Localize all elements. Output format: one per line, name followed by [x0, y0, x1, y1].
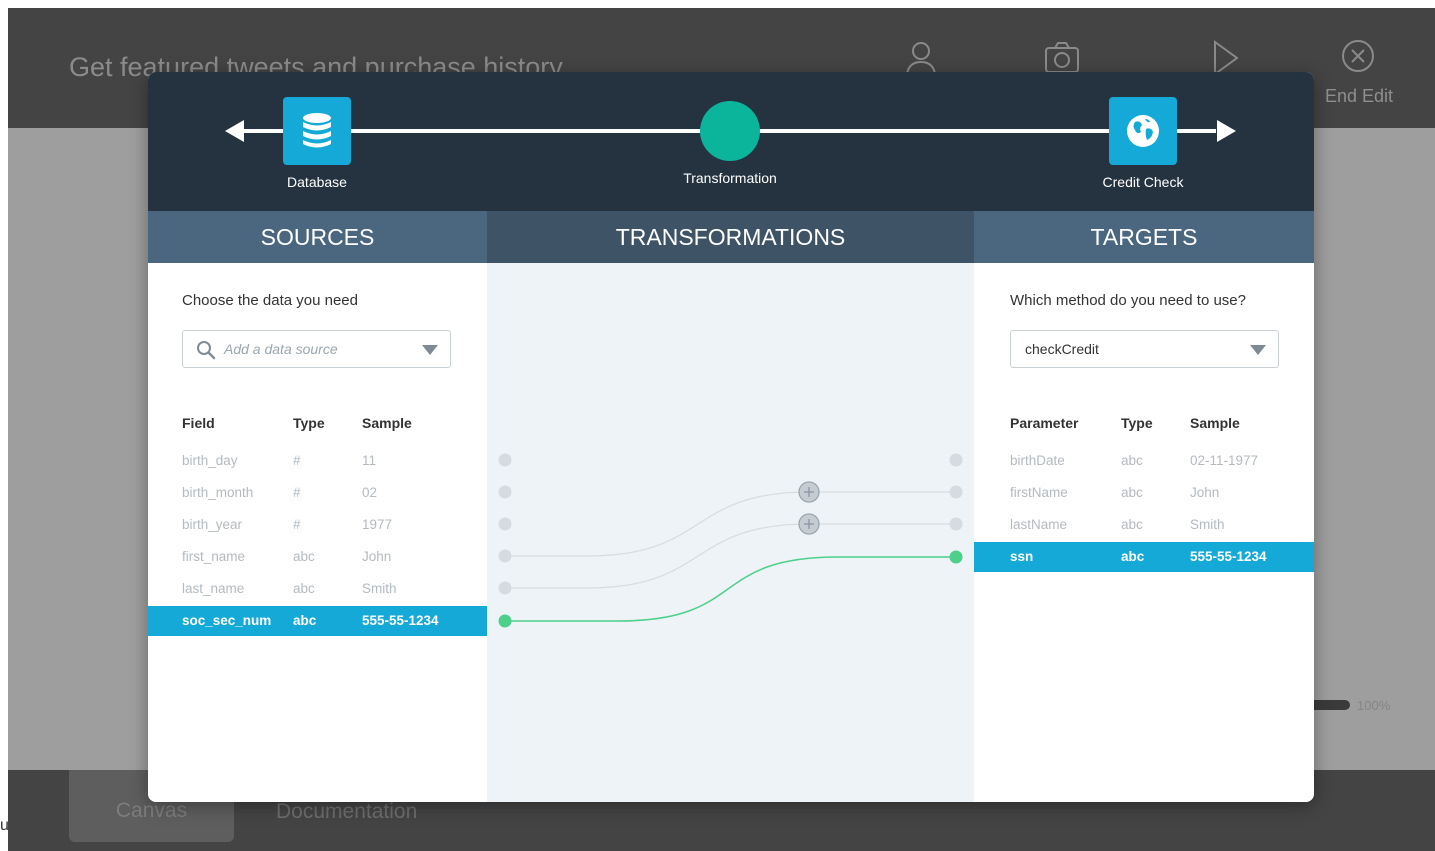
edge-text: u	[0, 817, 9, 834]
source-row[interactable]: birth_year #1977	[148, 510, 487, 540]
targets-col-sample: Sample	[1190, 415, 1240, 431]
sources-col-type: Type	[293, 415, 325, 431]
target-cell-type: abc	[1121, 485, 1143, 500]
source-row[interactable]: soc_sec_num abc 555-55-1234	[148, 606, 487, 636]
close-circle-icon[interactable]	[1338, 38, 1378, 78]
source-cell-type: abc	[293, 549, 315, 564]
target-cell-type: abc	[1121, 453, 1143, 468]
target-cell-sample: 02-11-1977	[1190, 453, 1259, 468]
sources-header: SOURCES	[148, 211, 487, 263]
progress-label: 100%	[1357, 698, 1391, 713]
mapping-modal: Database Transformation Credit Check SOU…	[148, 72, 1314, 802]
sources-col-field: Field	[182, 415, 215, 431]
source-cell-type: abc	[293, 613, 317, 628]
data-source-placeholder: Add a data source	[224, 341, 338, 357]
search-icon	[197, 341, 216, 360]
method-dropdown[interactable]: checkCredit	[1010, 330, 1279, 368]
flow-header: Database Transformation Credit Check	[148, 72, 1314, 211]
target-cell-field: lastName	[1010, 517, 1068, 532]
target-cell-type: abc	[1121, 549, 1145, 564]
source-cell-field: birth_month	[182, 485, 254, 500]
source-cell-sample: 11	[362, 453, 377, 468]
targets-prompt: Which method do you need to use?	[1010, 292, 1246, 309]
database-node[interactable]	[283, 97, 351, 165]
target-row[interactable]: firstName abc John	[974, 478, 1314, 508]
target-cell-type: abc	[1121, 517, 1143, 532]
targets-header: TARGETS	[974, 211, 1314, 263]
source-cell-type: #	[293, 517, 301, 532]
source-cell-field: first_name	[182, 549, 246, 564]
target-cell-sample: 555-55-1234	[1190, 549, 1267, 564]
source-row[interactable]: last_name abc Smith	[148, 574, 487, 604]
sources-col-sample: Sample	[362, 415, 412, 431]
source-cell-sample: 555-55-1234	[362, 613, 439, 628]
source-row[interactable]: first_name abc John	[148, 542, 487, 572]
progress-bar	[1308, 700, 1350, 710]
target-cell-sample: Smith	[1190, 517, 1225, 532]
source-cell-type: abc	[293, 581, 315, 596]
source-row[interactable]: birth_month #02	[148, 478, 487, 508]
credit-check-node[interactable]	[1109, 97, 1177, 165]
transformation-node-label: Transformation	[683, 170, 777, 186]
arrow-right-icon	[1217, 120, 1236, 142]
transformations-header: TRANSFORMATIONS	[487, 211, 974, 263]
source-cell-sample: 1977	[362, 517, 393, 532]
sources-prompt: Choose the data you need	[182, 292, 358, 309]
targets-col-parameter: Parameter	[1010, 415, 1079, 431]
source-cell-sample: 02	[362, 485, 378, 500]
transformations-panel	[487, 263, 974, 802]
target-row[interactable]: lastName abc Smith	[974, 510, 1314, 540]
chevron-down-icon	[422, 345, 438, 355]
source-cell-sample: Smith	[362, 581, 397, 596]
method-selected: checkCredit	[1025, 341, 1099, 357]
globe-icon	[1127, 115, 1159, 147]
source-cell-type: #	[293, 485, 301, 500]
target-row[interactable]: ssn abc 555-55-1234	[974, 542, 1314, 572]
target-row[interactable]: birthDate abc 02-11-1977	[974, 446, 1314, 476]
source-row[interactable]: birth_day #11	[148, 446, 487, 476]
source-cell-field: last_name	[182, 581, 245, 596]
source-cell-type: #	[293, 453, 301, 468]
transformation-node[interactable]	[700, 101, 760, 161]
end-edit-label[interactable]: End Edit	[1325, 86, 1393, 107]
source-cell-field: soc_sec_num	[182, 613, 272, 628]
tab-documentation[interactable]: Documentation	[276, 800, 417, 824]
source-cell-field: birth_day	[182, 453, 238, 468]
data-source-dropdown[interactable]: Add a data source	[182, 330, 451, 368]
source-cell-field: birth_year	[182, 517, 243, 532]
targets-col-type: Type	[1121, 415, 1153, 431]
database-node-label: Database	[287, 174, 347, 190]
target-cell-sample: John	[1190, 485, 1220, 500]
source-cell-sample: John	[362, 549, 392, 564]
target-cell-field: ssn	[1010, 549, 1034, 564]
arrow-left-icon	[225, 120, 244, 142]
database-icon	[303, 113, 331, 148]
target-cell-field: birthDate	[1010, 453, 1065, 468]
chevron-down-icon	[1250, 345, 1266, 355]
target-cell-field: firstName	[1010, 485, 1068, 500]
credit-check-node-label: Credit Check	[1102, 174, 1184, 190]
